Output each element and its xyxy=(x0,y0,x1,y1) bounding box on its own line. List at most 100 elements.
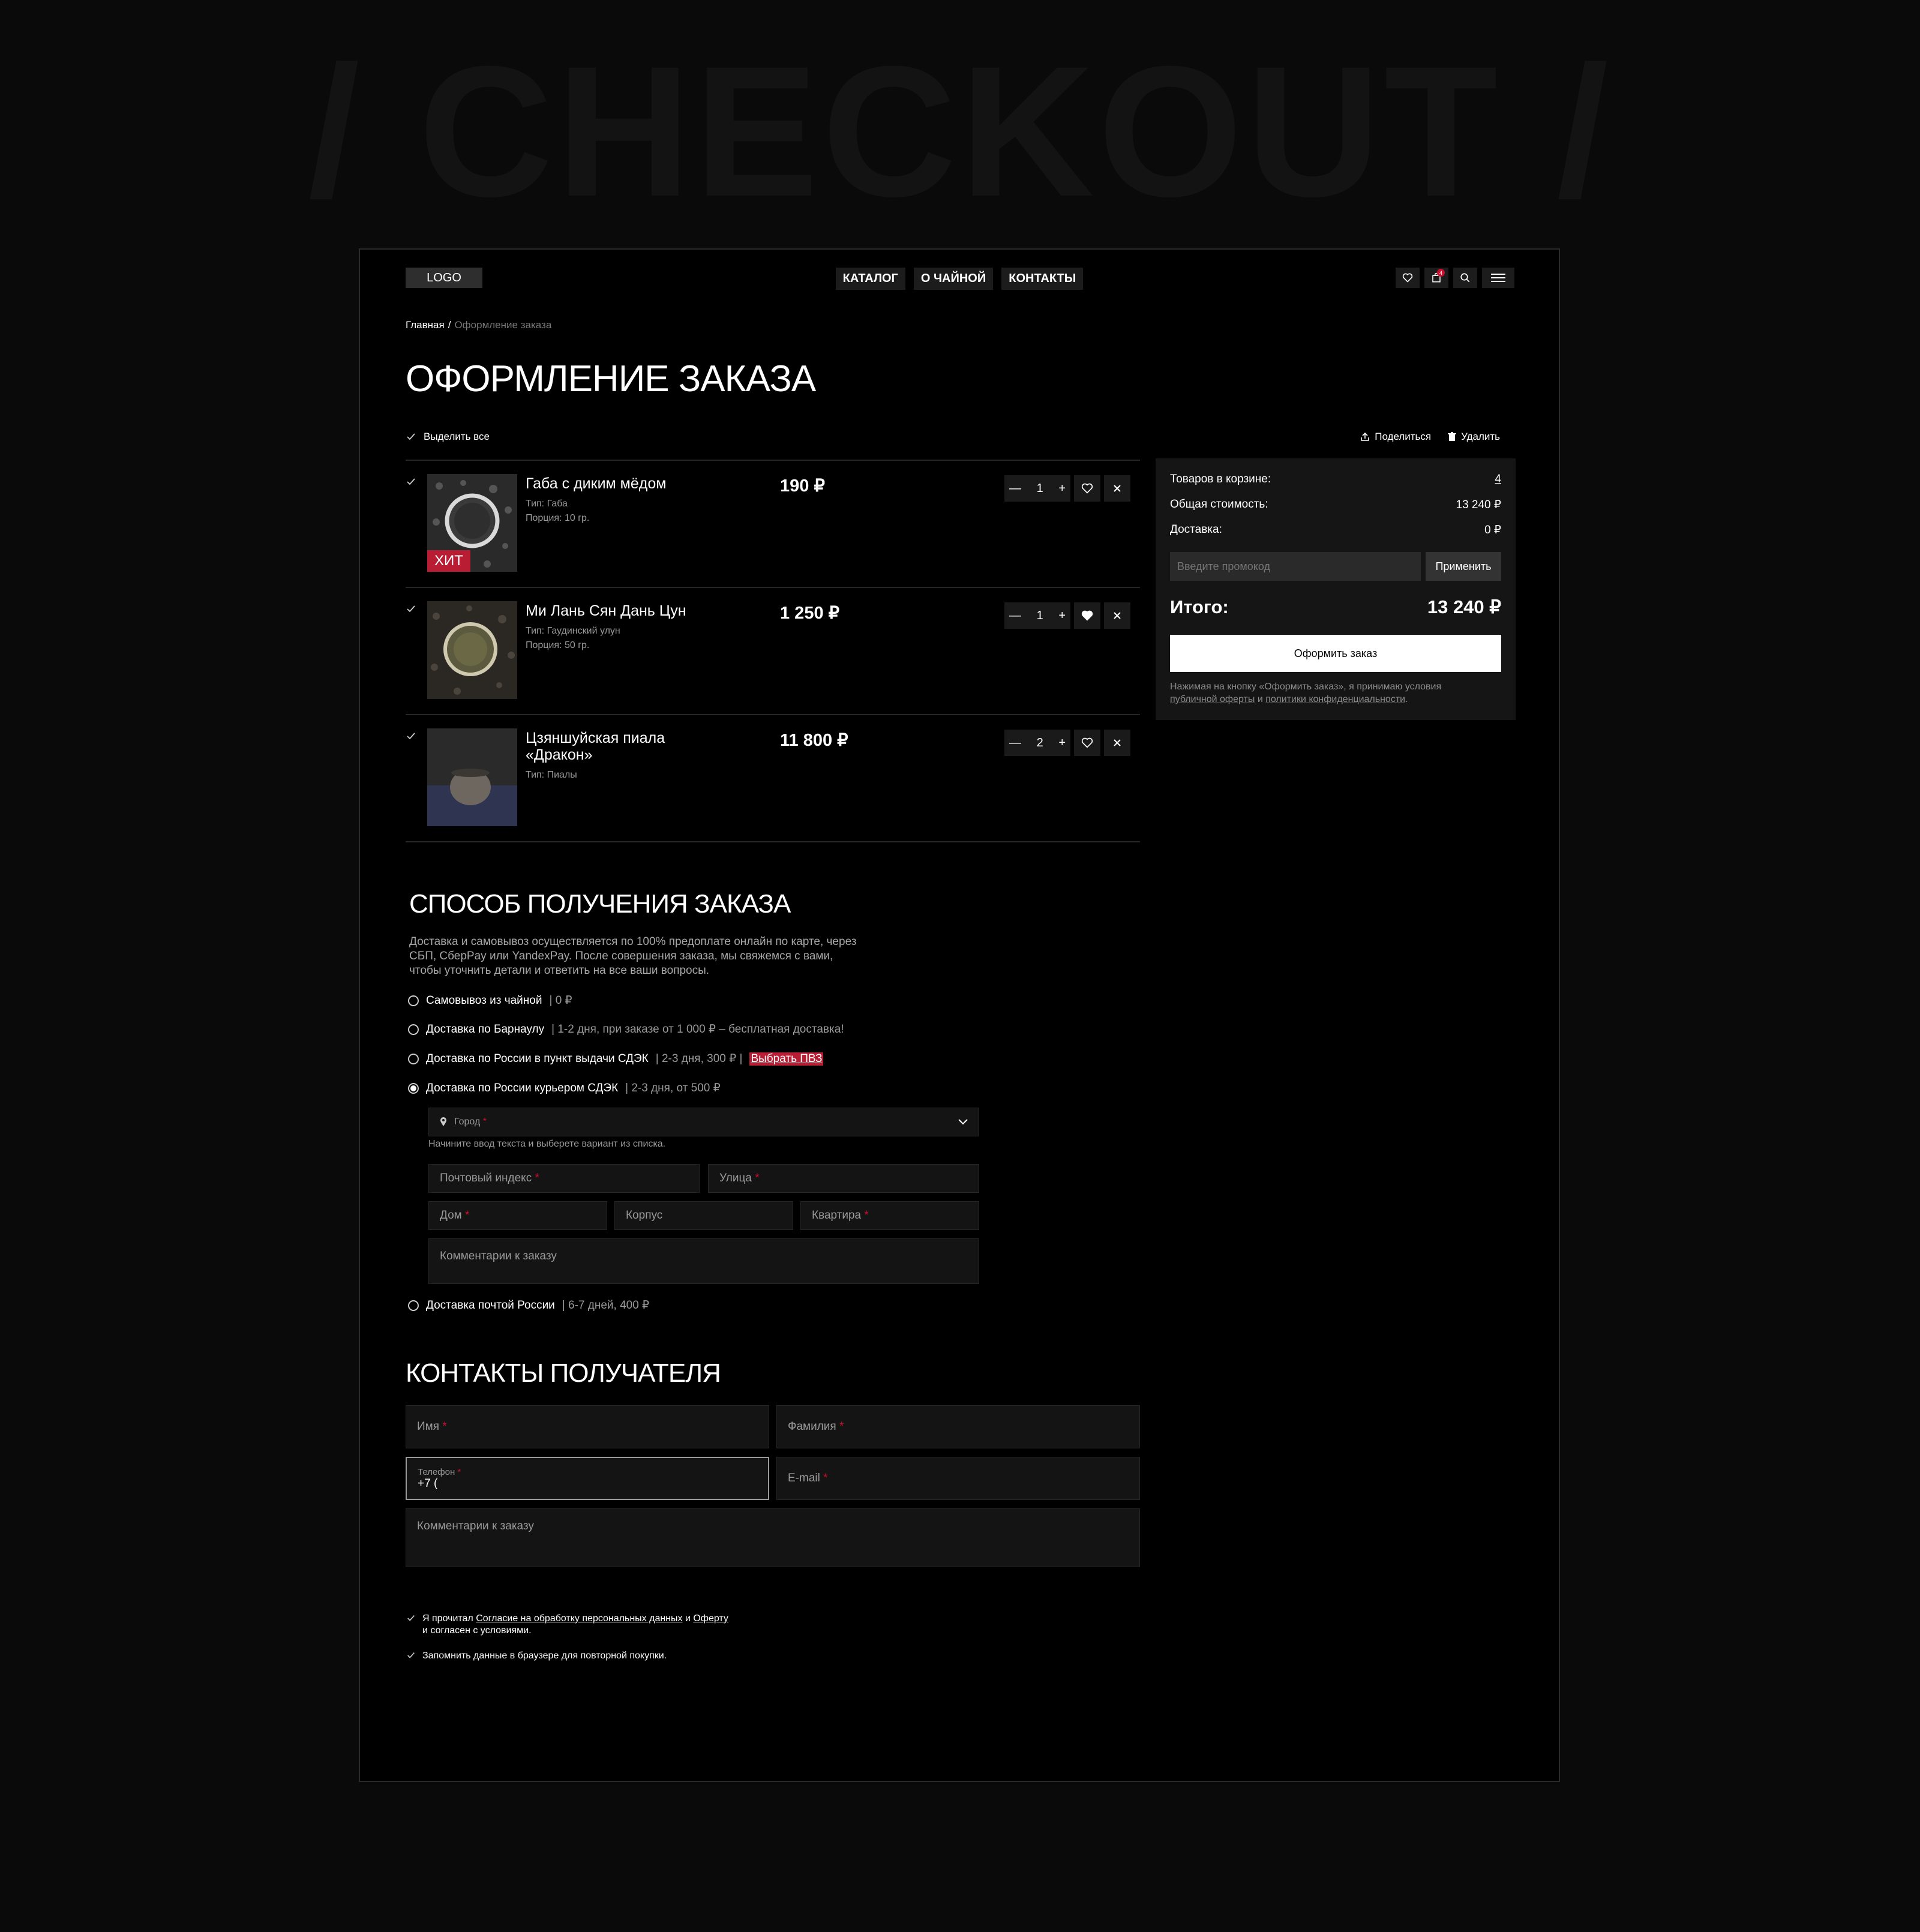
search-button[interactable] xyxy=(1453,268,1477,288)
email-field[interactable]: E-mail * xyxy=(776,1457,1140,1500)
radio-icon[interactable] xyxy=(408,995,419,1006)
product-name[interactable]: Ми Лань Сян Дань Цун xyxy=(526,602,706,619)
delete-button[interactable]: Удалить xyxy=(1448,431,1500,443)
product-name[interactable]: Цзяншуйская пиала «Дракон» xyxy=(526,730,706,763)
breadcrumb-home[interactable]: Главная xyxy=(406,319,445,331)
remove-button[interactable] xyxy=(1104,475,1130,502)
summary-items-value[interactable]: 4 xyxy=(1495,473,1501,486)
nav-contacts[interactable]: КОНТАКТЫ xyxy=(1001,268,1084,290)
cart-button[interactable]: 4 xyxy=(1424,268,1448,288)
item-controls: — 2 + xyxy=(1004,730,1130,756)
place-order-button[interactable]: Оформить заказ xyxy=(1170,635,1501,672)
option-detail: | 0 ₽ xyxy=(549,994,572,1007)
last-name-field[interactable]: Фамилия * xyxy=(776,1405,1140,1448)
legal-text: Нажимая на кнопку «Оформить заказ», я пр… xyxy=(1170,682,1442,692)
plus-icon[interactable]: + xyxy=(1058,736,1066,750)
total-label: Итого: xyxy=(1170,596,1229,617)
delivery-comment-field[interactable]: Комментарии к заказу xyxy=(428,1238,979,1284)
minus-icon[interactable]: — xyxy=(1009,736,1021,750)
quantity-value[interactable]: 2 xyxy=(1037,736,1043,750)
product-name[interactable]: Габа с диким мёдом xyxy=(526,475,706,492)
street-field[interactable]: Улица * xyxy=(708,1164,979,1193)
delivery-option-pickup[interactable]: Самовывоз из чайной | 0 ₽ xyxy=(408,994,572,1007)
personal-data-link[interactable]: Согласие на обработку персональных данны… xyxy=(476,1613,682,1624)
consent-remember: Запомнить данные в браузере для повторно… xyxy=(406,1650,667,1662)
house-field[interactable]: Дом * xyxy=(428,1201,607,1230)
summary-cost-label: Общая стоимость: xyxy=(1170,498,1268,511)
product-image[interactable] xyxy=(427,601,517,699)
apply-promo-button[interactable]: Применить xyxy=(1426,552,1501,581)
radio-icon[interactable] xyxy=(408,1300,419,1311)
favorites-button[interactable] xyxy=(1396,268,1420,288)
quantity-value[interactable]: 1 xyxy=(1037,482,1043,496)
first-name-field[interactable]: Имя * xyxy=(406,1405,769,1448)
offer-link[interactable]: Оферту xyxy=(693,1613,728,1624)
city-placeholder: Город xyxy=(454,1117,481,1127)
heart-filled-icon xyxy=(1081,610,1093,621)
building-field[interactable]: Корпус xyxy=(614,1201,793,1230)
product-price: 11 800 ₽ xyxy=(780,731,848,750)
item-controls: — 1 + xyxy=(1004,475,1130,502)
favorite-button[interactable] xyxy=(1074,730,1100,756)
summary-items-label: Товаров в корзине: xyxy=(1170,473,1271,485)
privacy-link[interactable]: политики конфиденциальности xyxy=(1265,694,1405,704)
promo-code-input[interactable] xyxy=(1170,552,1421,581)
cart-count-badge: 4 xyxy=(1437,269,1445,277)
delivery-option-cdek-courier[interactable]: Доставка по России курьером СДЭК | 2-3 д… xyxy=(408,1081,721,1095)
share-button[interactable]: Поделиться xyxy=(1360,431,1431,443)
legal-end: . xyxy=(1405,694,1408,704)
product-image[interactable] xyxy=(427,728,517,826)
minus-icon[interactable]: — xyxy=(1009,482,1021,496)
product-price: 190 ₽ xyxy=(780,476,825,496)
product-image[interactable]: ХИТ xyxy=(427,474,517,572)
product-type: Тип: Габа xyxy=(526,499,568,509)
delivery-option-russian-post[interactable]: Доставка почтой России | 6-7 дней, 400 ₽ xyxy=(408,1298,649,1312)
checkbox-checked-icon[interactable] xyxy=(406,431,416,442)
menu-button[interactable] xyxy=(1482,268,1514,288)
postal-code-field[interactable]: Почтовый индекс * xyxy=(428,1164,700,1193)
radio-icon[interactable] xyxy=(408,1024,419,1035)
minus-icon[interactable]: — xyxy=(1009,609,1021,623)
plus-icon[interactable]: + xyxy=(1058,609,1066,623)
legal-notice: Нажимая на кнопку «Оформить заказ», я пр… xyxy=(1170,680,1506,706)
summary-items-row: Товаров в корзине: 4 xyxy=(1170,473,1501,486)
item-checkbox[interactable] xyxy=(406,604,416,614)
summary-delivery-row: Доставка: 0 ₽ xyxy=(1170,523,1501,537)
delete-label: Удалить xyxy=(1461,431,1500,442)
city-select[interactable]: Город * xyxy=(428,1108,979,1136)
remove-button[interactable] xyxy=(1104,602,1130,629)
favorite-button[interactable] xyxy=(1074,602,1100,629)
radio-icon[interactable] xyxy=(408,1053,419,1064)
favorite-button[interactable] xyxy=(1074,475,1100,502)
delivery-option-barnaul[interactable]: Доставка по Барнаулу | 1-2 дня, при зака… xyxy=(408,1022,844,1036)
remove-button[interactable] xyxy=(1104,730,1130,756)
map-pin-icon xyxy=(440,1117,446,1126)
phone-field[interactable]: Телефон * +7 ( xyxy=(406,1457,769,1500)
quantity-stepper: — 2 + xyxy=(1004,730,1070,756)
plus-icon[interactable]: + xyxy=(1058,482,1066,496)
option-label: Доставка почтой России xyxy=(426,1298,555,1312)
legal-and: и xyxy=(1257,694,1263,704)
close-icon xyxy=(1114,485,1121,492)
quantity-stepper: — 1 + xyxy=(1004,475,1070,502)
search-icon xyxy=(1460,273,1470,283)
item-checkbox[interactable] xyxy=(406,731,416,742)
item-checkbox[interactable] xyxy=(406,476,416,487)
radio-selected-icon[interactable] xyxy=(408,1082,419,1094)
quantity-value[interactable]: 1 xyxy=(1037,609,1043,623)
nav-catalog[interactable]: КАТАЛОГ xyxy=(835,268,905,290)
summary-cost-value: 13 240 ₽ xyxy=(1456,499,1501,511)
delivery-option-cdek-pvz[interactable]: Доставка по России в пункт выдачи СДЭК |… xyxy=(408,1052,824,1066)
checkbox-checked-icon[interactable] xyxy=(406,1650,416,1661)
phone-value[interactable]: +7 ( xyxy=(418,1477,437,1490)
nav-about[interactable]: О ЧАЙНОЙ xyxy=(913,268,994,290)
checkbox-checked-icon[interactable] xyxy=(406,1613,416,1624)
apartment-field[interactable]: Квартира * xyxy=(800,1201,979,1230)
select-all[interactable]: Выделить все xyxy=(406,431,490,443)
option-label: Доставка по Барнаулу xyxy=(426,1022,545,1036)
offer-link[interactable]: публичной оферты xyxy=(1170,694,1255,704)
contact-comment-field[interactable]: Комментарии к заказу xyxy=(406,1508,1140,1567)
heart-outline-icon xyxy=(1081,737,1093,748)
choose-pvz-link[interactable]: Выбрать ПВЗ xyxy=(749,1052,824,1066)
page-frame: LOGO КАТАЛОГ О ЧАЙНОЙ КОНТАКТЫ 4 Главная… xyxy=(359,248,1560,1782)
